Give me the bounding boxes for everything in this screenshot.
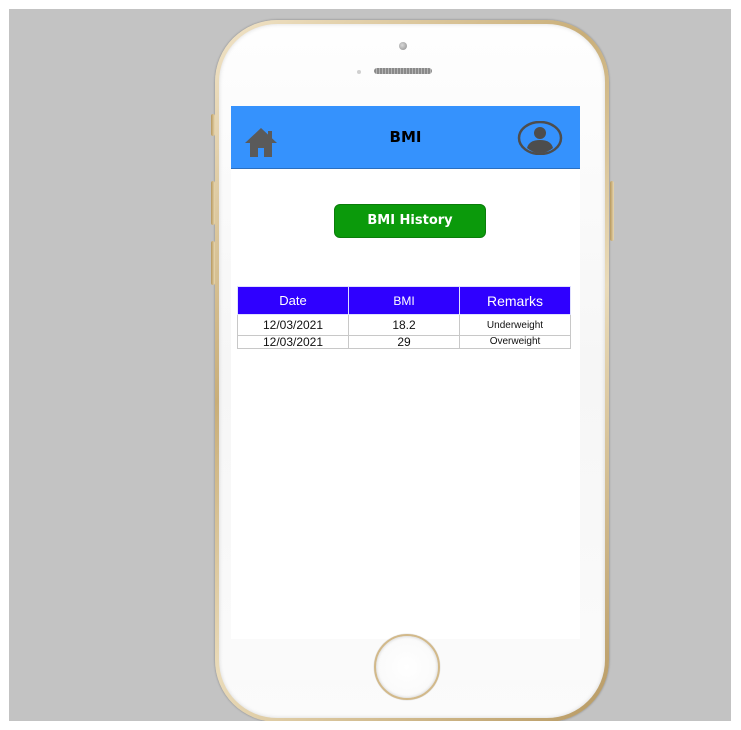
earpiece-speaker-icon — [374, 68, 432, 74]
column-header-bmi: BMI — [348, 286, 460, 315]
bmi-history-table: Date BMI Remarks 12/03/2021 18.2 Underwe… — [237, 286, 571, 349]
column-header-remarks: Remarks — [459, 286, 571, 315]
cell-date: 12/03/2021 — [237, 314, 349, 336]
background-canvas: BMI BMI History Date BMI Remarks 12/03/2… — [9, 9, 731, 721]
silent-switch — [211, 114, 215, 136]
proximity-sensor-icon — [357, 70, 361, 74]
front-camera-icon — [399, 42, 407, 50]
power-button — [610, 181, 614, 241]
app-header: BMI — [231, 106, 580, 169]
cell-remarks: Underweight — [459, 314, 571, 336]
cell-remarks: Overweight — [459, 335, 571, 349]
volume-down-button — [211, 241, 215, 285]
table-header-row: Date BMI Remarks — [237, 286, 571, 315]
user-circle-icon[interactable] — [517, 121, 563, 155]
cell-bmi: 29 — [348, 335, 460, 349]
column-header-date: Date — [237, 286, 349, 315]
cell-bmi: 18.2 — [348, 314, 460, 336]
bmi-history-button[interactable]: BMI History — [334, 204, 486, 238]
table-row: 12/03/2021 29 Overweight — [237, 335, 571, 349]
table-row: 12/03/2021 18.2 Underweight — [237, 314, 571, 336]
cell-date: 12/03/2021 — [237, 335, 349, 349]
volume-up-button — [211, 181, 215, 225]
phone-screen: BMI BMI History Date BMI Remarks 12/03/2… — [231, 106, 580, 639]
phone-home-button[interactable] — [374, 634, 440, 700]
